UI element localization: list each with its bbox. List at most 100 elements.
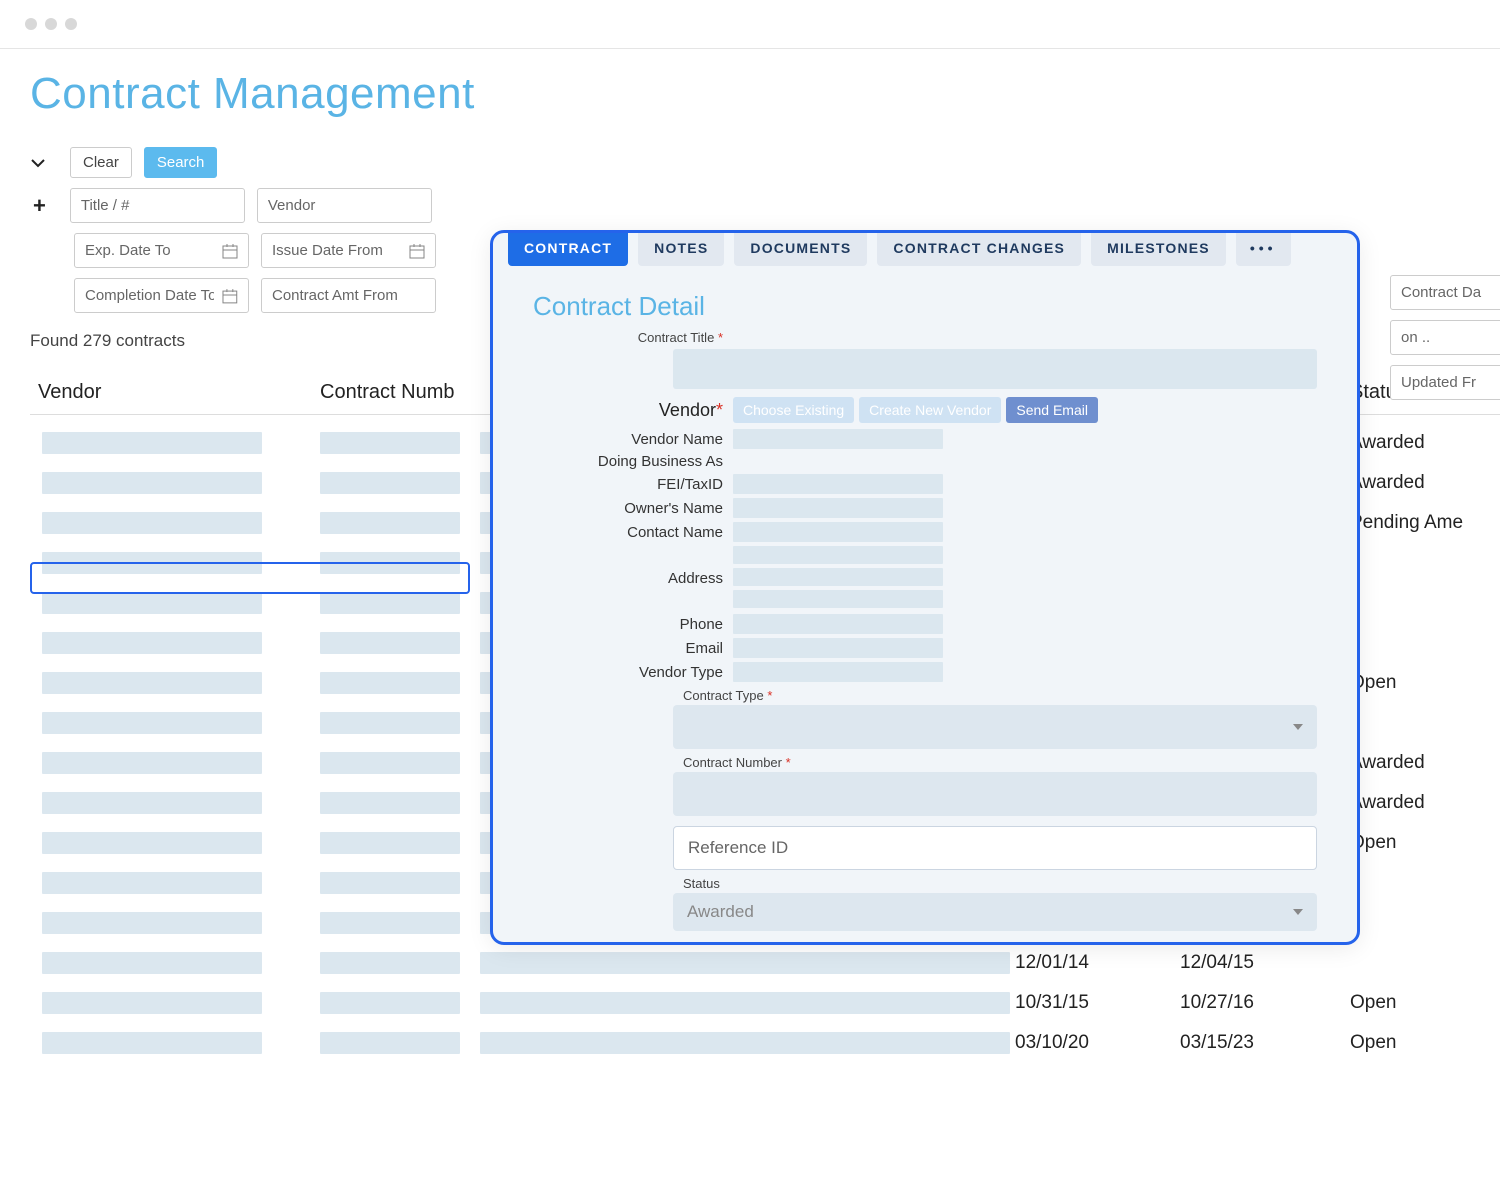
select-contract-type[interactable] <box>673 705 1317 749</box>
input-phone[interactable] <box>733 614 943 634</box>
clear-button[interactable]: Clear <box>70 147 132 178</box>
date1-cell: 10/31/15 <box>1015 992 1180 1014</box>
vendor-cell <box>42 992 262 1014</box>
contract-number-cell <box>320 792 460 814</box>
contract-number-cell <box>320 952 460 974</box>
label-contract-number: Contract Number * <box>683 755 1327 770</box>
status-cell: Open <box>1350 1032 1500 1054</box>
input-vendor-name[interactable] <box>733 429 943 449</box>
label-status: Status <box>683 876 1327 891</box>
label-phone: Phone <box>533 616 733 633</box>
input-owner[interactable] <box>733 498 943 518</box>
detail-title: Contract Detail <box>533 291 1327 322</box>
date1-cell: 03/10/20 <box>1015 1032 1180 1054</box>
filter-completion-date-to[interactable]: Completion Date To <box>74 278 249 313</box>
table-row[interactable]: 10/31/1510/27/16Open <box>30 983 1500 1023</box>
table-row[interactable]: 12/01/1412/04/15 <box>30 943 1500 983</box>
add-icon[interactable]: + <box>33 193 46 219</box>
input-address-3[interactable] <box>733 590 943 608</box>
status-cell: Awarded <box>1350 432 1500 454</box>
filter-title-number[interactable]: Title / # <box>70 188 245 223</box>
filter-issue-date-from[interactable]: Issue Date From <box>261 233 436 268</box>
contract-number-cell <box>320 912 460 934</box>
filter-completion[interactable]: on .. <box>1390 320 1500 355</box>
vendor-cell <box>42 592 262 614</box>
status-cell: Open <box>1350 992 1500 1014</box>
label-contact: Contact Name <box>533 524 733 541</box>
choose-existing-button[interactable]: Choose Existing <box>733 397 854 423</box>
status-cell: Awarded <box>1350 752 1500 774</box>
select-status[interactable]: Awarded <box>673 893 1317 931</box>
status-cell: Awarded <box>1350 792 1500 814</box>
tab-notes[interactable]: NOTES <box>638 230 724 266</box>
create-new-vendor-button[interactable]: Create New Vendor <box>859 397 1001 423</box>
input-address-1[interactable] <box>733 546 943 564</box>
input-reference-id[interactable]: Reference ID <box>673 826 1317 870</box>
calendar-icon <box>409 243 425 259</box>
vendor-cell <box>42 512 262 534</box>
label-vendor: Vendor* <box>533 400 733 421</box>
tab-documents[interactable]: DOCUMENTS <box>734 230 867 266</box>
contract-number-cell <box>320 872 460 894</box>
label-owner: Owner's Name <box>533 500 733 517</box>
filter-updated-from[interactable]: Updated Fr <box>1390 365 1500 400</box>
calendar-icon <box>222 243 238 259</box>
contract-number-cell <box>320 712 460 734</box>
date2-cell: 12/04/15 <box>1180 952 1350 974</box>
filter-exp-date-to[interactable]: Exp. Date To <box>74 233 249 268</box>
column-contract-number[interactable]: Contract Numb <box>320 381 480 404</box>
page-title: Contract Management <box>30 69 1500 119</box>
traffic-light-dot <box>65 18 77 30</box>
filter-vendor[interactable]: Vendor <box>257 188 432 223</box>
label-vendor-type: Vendor Type <box>533 664 733 681</box>
vendor-cell <box>42 712 262 734</box>
input-contract-number[interactable] <box>673 772 1317 816</box>
input-contract-title[interactable] <box>673 349 1317 389</box>
label-address: Address <box>533 570 733 587</box>
label-email: Email <box>533 640 733 657</box>
vendor-cell <box>42 752 262 774</box>
vendor-cell <box>42 632 262 654</box>
input-email[interactable] <box>733 638 943 658</box>
contract-title-cell <box>480 1032 1010 1054</box>
label-dba: Doing Business As <box>533 453 733 470</box>
input-fei[interactable] <box>733 474 943 494</box>
collapse-chevron-icon[interactable] <box>30 155 46 171</box>
contract-number-cell <box>320 512 460 534</box>
table-row[interactable]: 03/10/2003/15/23Open <box>30 1023 1500 1063</box>
tab-contract[interactable]: CONTRACT <box>508 230 628 266</box>
vendor-cell <box>42 912 262 934</box>
contract-number-cell <box>320 592 460 614</box>
vendor-cell <box>42 832 262 854</box>
status-cell: Open <box>1350 832 1500 854</box>
contract-detail-panel: CONTRACT NOTES DOCUMENTS CONTRACT CHANGE… <box>490 230 1360 945</box>
contract-number-cell <box>320 472 460 494</box>
contract-number-cell <box>320 1032 460 1054</box>
contract-number-cell <box>320 752 460 774</box>
input-contact[interactable] <box>733 522 943 542</box>
label-fei: FEI/TaxID <box>533 476 733 493</box>
status-cell: Awarded <box>1350 472 1500 494</box>
tab-contract-changes[interactable]: CONTRACT CHANGES <box>877 230 1081 266</box>
search-button[interactable]: Search <box>144 147 218 178</box>
tab-milestones[interactable]: MILESTONES <box>1091 230 1226 266</box>
filter-contract-date[interactable]: Contract Da <box>1390 275 1500 310</box>
calendar-icon <box>222 288 238 304</box>
vendor-cell <box>42 472 262 494</box>
vendor-cell <box>42 952 262 974</box>
contract-number-cell <box>320 832 460 854</box>
input-address-2[interactable] <box>733 568 943 586</box>
contract-title-cell <box>480 952 1010 974</box>
column-vendor[interactable]: Vendor <box>30 381 320 404</box>
contract-title-cell <box>480 992 1010 1014</box>
traffic-light-dot <box>25 18 37 30</box>
status-cell: Pending Ame <box>1350 512 1500 534</box>
label-vendor-name: Vendor Name <box>533 431 733 448</box>
filter-contract-amt-from[interactable]: Contract Amt From <box>261 278 436 313</box>
input-vendor-type[interactable] <box>733 662 943 682</box>
date2-cell: 10/27/16 <box>1180 992 1350 1014</box>
tab-more-icon[interactable]: ••• <box>1236 230 1291 266</box>
send-email-button[interactable]: Send Email <box>1006 397 1098 423</box>
status-cell: Open <box>1350 672 1500 694</box>
vendor-cell <box>42 1032 262 1054</box>
